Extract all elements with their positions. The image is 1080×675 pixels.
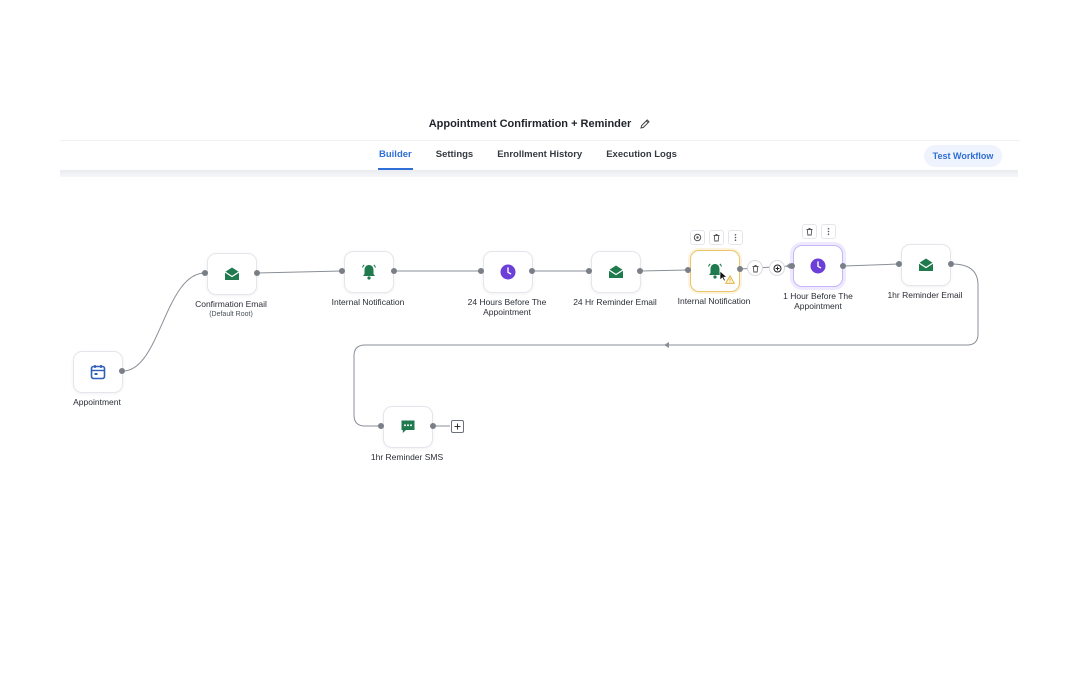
connector-dot[interactable] xyxy=(737,266,743,272)
node-appointment-trigger[interactable] xyxy=(73,351,123,393)
connector-dot[interactable] xyxy=(637,268,643,274)
email-icon xyxy=(915,254,937,276)
workflow-canvas[interactable]: Appointment Confirmation Email (Default … xyxy=(0,0,1080,675)
edge-email24-notification2 xyxy=(639,269,689,272)
calendar-icon xyxy=(87,361,109,383)
connector-dot[interactable] xyxy=(529,268,535,274)
add-step-icon[interactable] xyxy=(451,420,464,433)
cursor-icon xyxy=(719,269,728,287)
edge-wait1-email1 xyxy=(843,263,900,267)
sms-icon xyxy=(397,416,419,438)
node-label-1hr-reminder-email: 1hr Reminder Email xyxy=(887,290,963,300)
clock-icon xyxy=(497,261,519,283)
node-wait-24-hours[interactable] xyxy=(483,251,533,293)
email-icon xyxy=(221,263,243,285)
node-label-1hr-reminder-sms: 1hr Reminder SMS xyxy=(370,452,444,462)
connector-dot[interactable] xyxy=(202,270,208,276)
connector-dot[interactable] xyxy=(254,270,260,276)
connector-dot[interactable] xyxy=(119,368,125,374)
connector-dot[interactable] xyxy=(685,267,691,273)
connector-dot[interactable] xyxy=(840,263,846,269)
connector-dot[interactable] xyxy=(478,268,484,274)
connector-dot[interactable] xyxy=(896,261,902,267)
trash-icon[interactable] xyxy=(802,224,817,239)
node-label-internal-notification: Internal Notification xyxy=(331,297,405,307)
node-label-appointment: Appointment xyxy=(73,397,121,407)
edge-add-step-icon[interactable] xyxy=(769,260,785,276)
email-icon xyxy=(605,261,627,283)
more-options-icon[interactable] xyxy=(728,230,743,245)
connector-dot[interactable] xyxy=(378,423,384,429)
node-wait-1-hour[interactable] xyxy=(793,245,843,287)
node-sublabel-default-root: (Default Root) xyxy=(209,311,253,318)
connector-dot[interactable] xyxy=(339,268,345,274)
node-action-toolbar xyxy=(690,230,743,245)
arrow-mid xyxy=(664,342,669,348)
bell-icon xyxy=(358,261,380,283)
connector-dot[interactable] xyxy=(948,261,954,267)
clock-icon xyxy=(807,255,829,277)
node-label-wait-24-hours: 24 Hours Before The Appointment xyxy=(467,297,547,317)
node-1hr-reminder-email[interactable] xyxy=(901,244,951,286)
node-action-toolbar xyxy=(802,224,836,239)
more-options-icon[interactable] xyxy=(821,224,836,239)
connector-dot[interactable] xyxy=(391,268,397,274)
node-internal-notification[interactable] xyxy=(344,251,394,293)
connector-dot[interactable] xyxy=(430,423,436,429)
node-confirmation-email[interactable] xyxy=(207,253,257,295)
node-24hr-reminder-email[interactable] xyxy=(591,251,641,293)
connector-dot[interactable] xyxy=(586,268,592,274)
settings-icon[interactable] xyxy=(690,230,705,245)
node-1hr-reminder-sms[interactable] xyxy=(383,406,433,448)
connector-dot[interactable] xyxy=(789,263,795,269)
node-label-wait-1-hour: 1 Hour Before The Appointment xyxy=(783,291,853,311)
node-label-24hr-reminder-email: 24 Hr Reminder Email xyxy=(573,297,657,307)
edge-confirmation-notification1 xyxy=(256,270,343,274)
node-internal-notification-selected[interactable] xyxy=(690,250,740,292)
edge-trash-icon[interactable] xyxy=(747,260,763,276)
workflow-edges xyxy=(122,261,979,429)
node-label-confirmation-email: Confirmation Email xyxy=(195,299,267,309)
node-label-internal-notification: Internal Notification xyxy=(677,296,751,306)
edge-appointment-confirmation xyxy=(122,272,206,372)
trash-icon[interactable] xyxy=(709,230,724,245)
